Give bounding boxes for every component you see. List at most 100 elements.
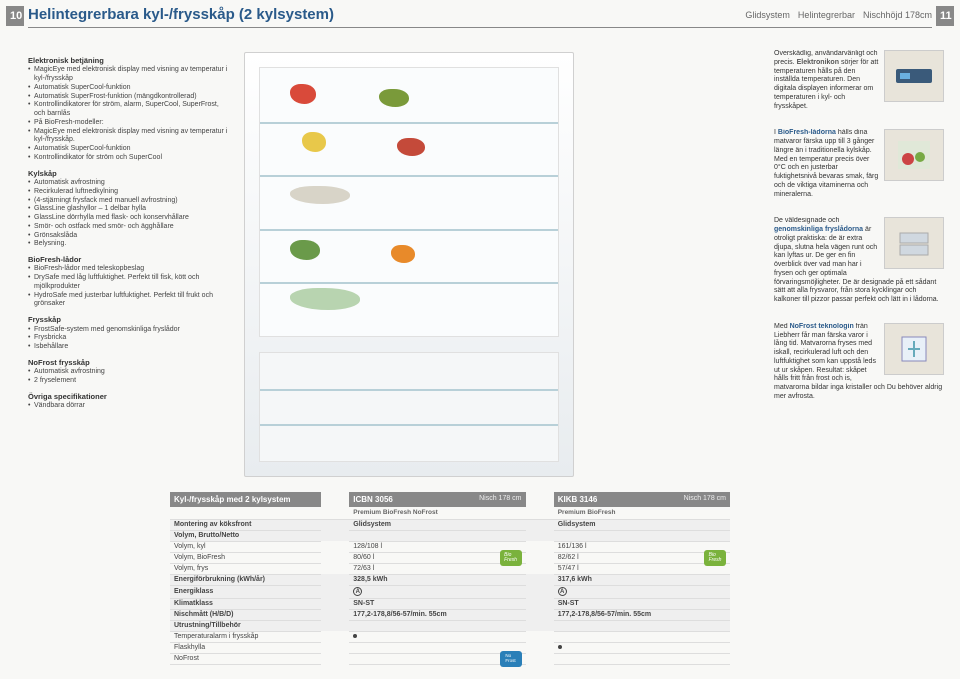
spec-value [349, 530, 525, 541]
spec-label: Volym, frys [170, 563, 321, 574]
table-row: Volym, BioFresh 80/60 lBioFresh 82/62 lBio… [170, 552, 730, 563]
product-subhead: Premium BioFresh [554, 507, 730, 519]
spec-value: SN-ST [554, 598, 730, 609]
spec-value: 328,5 kWh [349, 574, 525, 585]
table-row: Nischmått (H/B/D)177,2-178,8/56-57/min. … [170, 609, 730, 620]
section-heading: Frysskåp [28, 315, 228, 324]
feature-item: Isbehållare [28, 343, 228, 352]
drawer-photo [884, 217, 944, 269]
nofrost-photo [884, 323, 944, 375]
table-header-group: Kyl-/frysskåp med 2 kylsystem [170, 492, 321, 507]
feature-item: Smör- och ostfack med smör- och ägghålla… [28, 223, 228, 232]
feature-item: GlassLine dörrhylla med flask- och konse… [28, 214, 228, 223]
spec-label: Energiklass [170, 585, 321, 598]
feature-item: HydroSafe med justerbar luftfuktighet. P… [28, 292, 228, 310]
feature-list: BioFresh-lådor med teleskopbeslagDrySafe… [28, 265, 228, 309]
feature-item: Automatisk SuperCool-funktion [28, 84, 228, 93]
page-header: Helintegrerbara kyl-/frysskåp (2 kylsyst… [28, 6, 932, 28]
features-column: Elektronisk betjäning MagicEye med elekt… [28, 50, 228, 411]
spec-value: 80/60 lBioFresh [349, 552, 525, 563]
feature-item: MagicEye med elektronisk display med vis… [28, 128, 228, 146]
feature-item: Grönsakslåda [28, 232, 228, 241]
spec-value: 82/62 lBioFresh [554, 552, 730, 563]
feature-item: GlassLine glashyllor – 1 delbar hylla [28, 205, 228, 214]
table-row: Montering av köksfront Glidsystem Glidsyst… [170, 519, 730, 530]
spec-label: Volym, Brutto/Netto [170, 530, 321, 541]
spec-label: Flaskhylla [170, 642, 321, 653]
spec-value: 177,2-178,8/56-57/min. 55cm [554, 609, 730, 620]
spec-value: A [349, 585, 525, 598]
spec-value: 128/108 l [349, 541, 525, 552]
feature-item: Belysning. [28, 240, 228, 249]
spec-table: Kyl-/frysskåp med 2 kylsystem ICBN 3056N… [170, 492, 730, 665]
feature-item: BioFresh-lådor med teleskopbeslag [28, 265, 228, 274]
spec-label: Montering av köksfront [170, 519, 321, 530]
spec-value: Glidsystem [349, 519, 525, 530]
table-row: Temperaturalarm i frysskåp [170, 631, 730, 642]
spec-value: SN-ST [349, 598, 525, 609]
feature-item: Automatisk SuperFrost-funktion (mängdkon… [28, 93, 228, 102]
feature-item: På BioFresh-modeller: [28, 119, 228, 128]
spec-label: Temperaturalarm i frysskåp [170, 631, 321, 642]
table-row: Energiklass A A [170, 585, 730, 598]
feature-item: DrySafe med låg luftfuktighet. Perfekt t… [28, 274, 228, 292]
spec-label: Klimatklass [170, 598, 321, 609]
spec-value [554, 620, 730, 631]
feature-list: Automatisk avfrostningRecirkulerad luftn… [28, 179, 228, 249]
spec-value: NoFrost [349, 653, 525, 664]
spec-value: 317,6 kWh [554, 574, 730, 585]
feature-list: Vändbara dörrar [28, 402, 228, 411]
section-heading: Övriga specifikationer [28, 392, 228, 401]
feature-item: Kontrollindikator för ström och SuperCoo… [28, 154, 228, 163]
spec-label: Energiförbrukning (kWh/år) [170, 574, 321, 585]
feature-list: MagicEye med elektronisk display med vis… [28, 66, 228, 162]
section-heading: NoFrost frysskåp [28, 358, 228, 367]
spec-label: Volym, kyl [170, 541, 321, 552]
spec-value [554, 653, 730, 664]
tag: Nischhöjd 178cm [863, 10, 932, 20]
feature-item: 2 fryselement [28, 377, 228, 386]
table-header-product: KIKB 3146Nisch 178 cm [554, 492, 730, 507]
spec-label: Volym, BioFresh [170, 552, 321, 563]
feature-item: FrostSafe-system med genomskinliga frysl… [28, 326, 228, 335]
table-row: Volym, kyl128/108 l161/136 l [170, 541, 730, 552]
table-row: Volym, frys72/63 l57/47 l [170, 563, 730, 574]
biofresh-photo [884, 129, 944, 181]
product-photo [244, 52, 574, 477]
header-tags: Glidsystem Helintegrerbar Nischhöjd 178c… [745, 10, 932, 20]
feature-item: Automatisk avfrostning [28, 179, 228, 188]
spec-value [349, 642, 525, 653]
feature-list: Automatisk avfrostning2 fryselement [28, 368, 228, 386]
spec-value [349, 620, 525, 631]
spec-value [554, 631, 730, 642]
page-number-left: 10 [6, 6, 24, 26]
freezer-compartment [259, 352, 559, 462]
nofrost-badge: NoFrost [500, 651, 522, 667]
feature-item: Automatisk avfrostning [28, 368, 228, 377]
info-column: Överskådlig, användarvänligt och precis.… [774, 50, 944, 420]
table-row: Energiförbrukning (kWh/år) 328,5 kWh 317,6… [170, 574, 730, 585]
product-subhead: Premium BioFresh NoFrost [349, 507, 525, 519]
table-row: Volym, Brutto/Netto [170, 530, 730, 541]
spec-value: Glidsystem [554, 519, 730, 530]
section-heading: Elektronisk betjäning [28, 56, 228, 65]
feature-list: FrostSafe-system med genomskinliga frysl… [28, 326, 228, 352]
spec-value: 177,2-178,8/56-57/min. 55cm [349, 609, 525, 620]
feature-item: Kontrollindikatorer för ström, alarm, Su… [28, 101, 228, 119]
spec-value [554, 530, 730, 541]
section-heading: BioFresh-lådor [28, 255, 228, 264]
tag: Glidsystem [745, 10, 790, 20]
table-row: NoFrostNoFrost [170, 653, 730, 664]
table-row: Utrustning/Tillbehör [170, 620, 730, 631]
spec-value: 72/63 l [349, 563, 525, 574]
table-header-product: ICBN 3056Nisch 178 cm [349, 492, 525, 507]
spec-value: A [554, 585, 730, 598]
tag: Helintegrerbar [798, 10, 855, 20]
spec-value [554, 642, 730, 653]
feature-item: MagicEye med elektronisk display med vis… [28, 66, 228, 84]
display-photo [884, 50, 944, 102]
section-heading: Kylskåp [28, 169, 228, 178]
table-row: Klimatklass SN-ST SN-ST [170, 598, 730, 609]
feature-item: Automatisk SuperCool-funktion [28, 145, 228, 154]
table-row: Flaskhylla [170, 642, 730, 653]
